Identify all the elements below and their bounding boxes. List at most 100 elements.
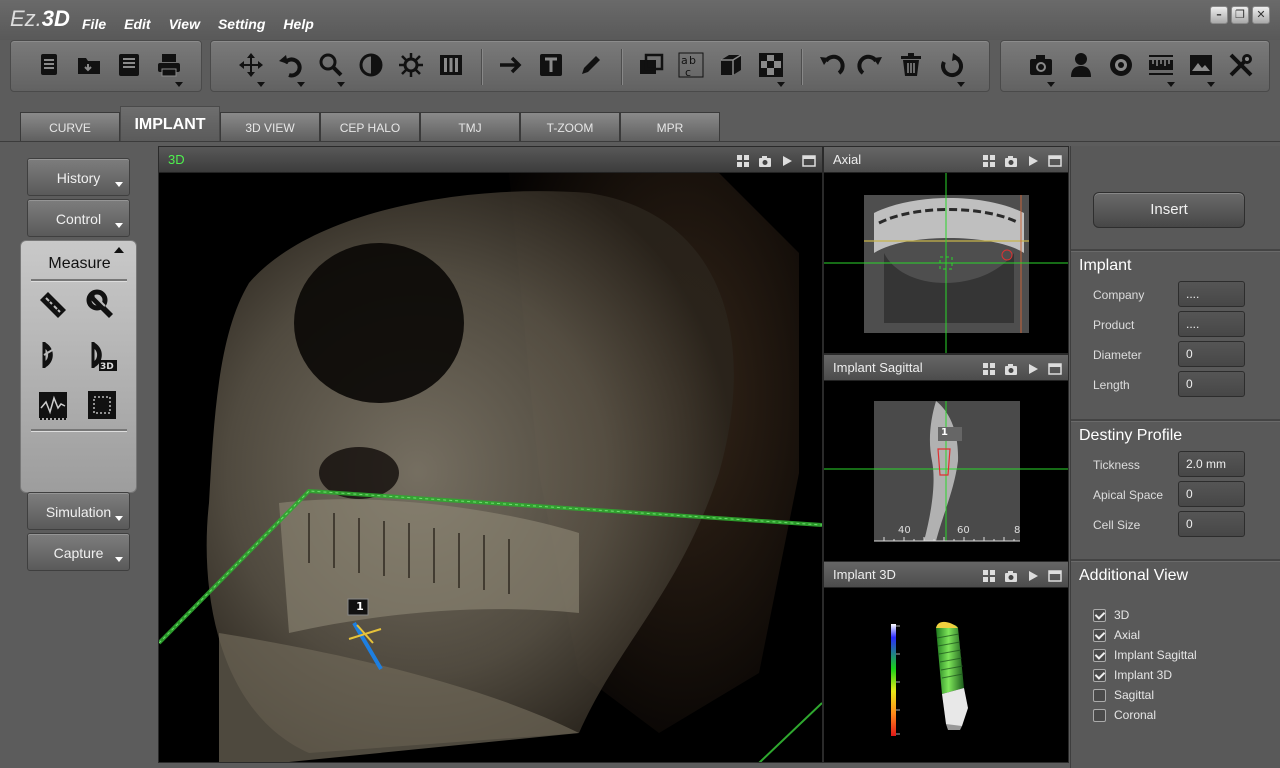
area-icon[interactable] bbox=[84, 387, 120, 423]
view-option-axial[interactable]: Axial bbox=[1093, 627, 1140, 643]
restore-button[interactable]: ❐ bbox=[1231, 6, 1249, 24]
zoom-icon[interactable] bbox=[315, 49, 347, 87]
checkbox[interactable] bbox=[1093, 648, 1106, 662]
close-button[interactable]: ✕ bbox=[1252, 6, 1270, 24]
redo-icon[interactable] bbox=[855, 49, 887, 81]
rotate-icon[interactable] bbox=[275, 49, 307, 87]
open-folder-icon[interactable] bbox=[73, 49, 105, 81]
profile-icon[interactable] bbox=[35, 387, 71, 423]
angle-icon[interactable] bbox=[35, 337, 71, 373]
view-option-sagittal[interactable]: Sagittal bbox=[1093, 687, 1154, 703]
menu-edit[interactable]: Edit bbox=[124, 16, 150, 32]
save-icon[interactable] bbox=[113, 49, 145, 81]
play-icon[interactable] bbox=[1026, 153, 1040, 167]
cube-icon[interactable] bbox=[715, 49, 747, 81]
view-option-label: Implant Sagittal bbox=[1114, 648, 1197, 662]
viewport-implant-sagittal[interactable]: Implant Sagittal 1 40 60 8 bbox=[823, 354, 1069, 562]
pen-icon[interactable] bbox=[575, 49, 607, 81]
capture-button[interactable]: Capture bbox=[27, 533, 130, 571]
tickness-field[interactable]: 2.0 mm bbox=[1178, 451, 1245, 477]
trash-icon[interactable] bbox=[895, 49, 927, 81]
camera-icon[interactable] bbox=[1004, 568, 1018, 582]
play-icon[interactable] bbox=[780, 153, 794, 167]
diameter-field[interactable]: 0 bbox=[1178, 341, 1245, 367]
maximize-icon[interactable] bbox=[1048, 153, 1062, 167]
view-option-coronal[interactable]: Coronal bbox=[1093, 707, 1156, 723]
insert-button[interactable]: Insert bbox=[1093, 192, 1245, 228]
simulation-button[interactable]: Simulation bbox=[27, 492, 130, 530]
contrast-icon[interactable] bbox=[355, 49, 387, 81]
image-icon[interactable] bbox=[1185, 49, 1217, 87]
ruler-bar-icon[interactable] bbox=[1145, 49, 1177, 87]
tab-3d-view[interactable]: 3D VIEW bbox=[220, 112, 320, 142]
tick-label: 8 bbox=[1014, 525, 1021, 536]
grid-layout-icon[interactable] bbox=[982, 153, 996, 167]
grid-layout-icon[interactable] bbox=[982, 361, 996, 375]
tab-cep-halo[interactable]: CEP HALO bbox=[320, 112, 420, 142]
viewport-implant-3d[interactable]: Implant 3D bbox=[823, 561, 1069, 763]
tab-mpr[interactable]: MPR bbox=[620, 112, 720, 142]
ruler-icon[interactable] bbox=[35, 287, 71, 323]
camera-icon[interactable] bbox=[758, 153, 772, 167]
length-field[interactable]: 0 bbox=[1178, 371, 1245, 397]
tab-implant[interactable]: IMPLANT bbox=[120, 106, 220, 142]
maximize-icon[interactable] bbox=[1048, 361, 1062, 375]
new-document-icon[interactable] bbox=[33, 49, 65, 81]
grid-layout-icon[interactable] bbox=[982, 568, 996, 582]
checker-icon[interactable] bbox=[755, 49, 787, 87]
reset-icon[interactable] bbox=[935, 49, 967, 87]
menu-view[interactable]: View bbox=[169, 16, 200, 32]
measure-title[interactable]: Measure bbox=[21, 255, 138, 273]
control-button[interactable]: Control bbox=[27, 199, 130, 237]
camera-icon[interactable] bbox=[1004, 361, 1018, 375]
viewport-axial[interactable]: Axial bbox=[823, 146, 1069, 354]
viewport-3d[interactable]: 3D 1 bbox=[158, 146, 823, 763]
checkbox[interactable] bbox=[1093, 628, 1106, 642]
length-label: Length bbox=[1093, 378, 1130, 392]
history-button[interactable]: History bbox=[27, 158, 130, 196]
chevron-down-icon bbox=[115, 223, 123, 228]
patient-icon[interactable] bbox=[1065, 49, 1097, 81]
move-icon[interactable] bbox=[235, 49, 267, 87]
angle-3d-icon[interactable]: 3D bbox=[84, 337, 120, 373]
view-option-implant-sagittal[interactable]: Implant Sagittal bbox=[1093, 647, 1197, 663]
menu-file[interactable]: File bbox=[82, 16, 106, 32]
arrow-icon[interactable] bbox=[495, 49, 527, 81]
viewport-controls bbox=[982, 568, 1062, 582]
columns-icon[interactable] bbox=[435, 49, 467, 81]
checkbox[interactable] bbox=[1093, 608, 1106, 622]
camera-icon[interactable] bbox=[1025, 49, 1057, 87]
maximize-icon[interactable] bbox=[802, 153, 816, 167]
menu-help[interactable]: Help bbox=[283, 16, 313, 32]
checkbox[interactable] bbox=[1093, 708, 1106, 722]
chevron-up-icon[interactable] bbox=[114, 247, 124, 253]
tape-measure-icon[interactable] bbox=[84, 287, 120, 323]
tick-label: 60 bbox=[957, 525, 970, 536]
camera-icon[interactable] bbox=[1004, 153, 1018, 167]
cell-size-field[interactable]: 0 bbox=[1178, 511, 1245, 537]
view-option-implant-3d[interactable]: Implant 3D bbox=[1093, 667, 1172, 683]
company-field[interactable]: .... bbox=[1178, 281, 1245, 307]
menu-setting[interactable]: Setting bbox=[218, 16, 265, 32]
play-icon[interactable] bbox=[1026, 361, 1040, 375]
text-icon[interactable] bbox=[535, 49, 567, 81]
print-icon[interactable] bbox=[153, 49, 185, 87]
tab-tmj[interactable]: TMJ bbox=[420, 112, 520, 142]
play-icon[interactable] bbox=[1026, 568, 1040, 582]
tools-icon[interactable] bbox=[1225, 49, 1257, 81]
undo-icon[interactable] bbox=[815, 49, 847, 81]
disc-icon[interactable] bbox=[1105, 49, 1137, 81]
layers-icon[interactable] bbox=[635, 49, 667, 81]
checkbox[interactable] bbox=[1093, 668, 1106, 682]
tab-curve[interactable]: CURVE bbox=[20, 112, 120, 142]
product-field[interactable]: .... bbox=[1178, 311, 1245, 337]
apical-space-field[interactable]: 0 bbox=[1178, 481, 1245, 507]
view-option-3d[interactable]: 3D bbox=[1093, 607, 1129, 623]
grid-layout-icon[interactable] bbox=[736, 153, 750, 167]
checkbox[interactable] bbox=[1093, 688, 1106, 702]
maximize-icon[interactable] bbox=[1048, 568, 1062, 582]
abc-icon[interactable]: abc bbox=[675, 49, 707, 81]
brightness-icon[interactable] bbox=[395, 49, 427, 81]
minimize-button[interactable]: – bbox=[1210, 6, 1228, 24]
tab-t-zoom[interactable]: T-ZOOM bbox=[520, 112, 620, 142]
